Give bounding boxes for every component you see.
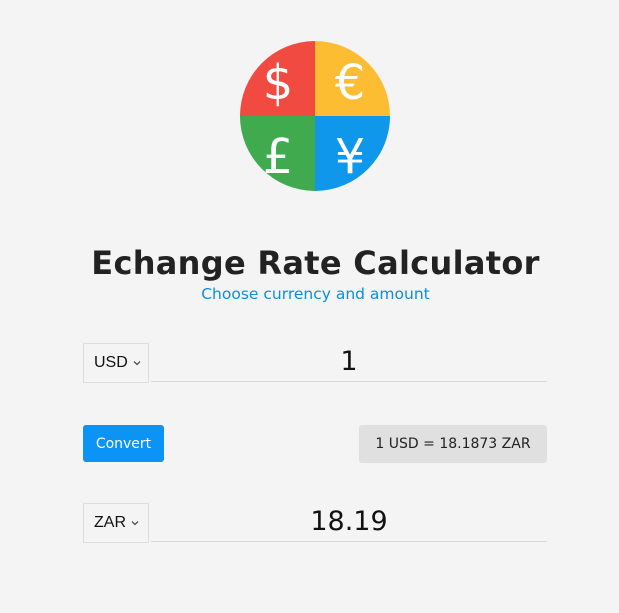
yen-icon: ¥	[335, 129, 366, 185]
dollar-icon: $	[263, 55, 294, 111]
page-subtitle: Choose currency and amount	[201, 285, 430, 303]
chevron-down-icon	[133, 361, 141, 366]
euro-icon: €	[335, 55, 366, 111]
chevron-down-icon	[131, 521, 139, 526]
to-currency-label: ZAR	[94, 514, 126, 531]
from-currency-label: USD	[94, 354, 128, 371]
convert-button[interactable]: Convert	[83, 425, 164, 462]
page-title: Echange Rate Calculator	[91, 244, 540, 282]
to-currency-select[interactable]: ZAR	[83, 503, 149, 543]
exchange-rate-display: 1 USD = 18.1873 ZAR	[359, 425, 547, 463]
pound-icon: £	[263, 129, 294, 185]
to-currency-row: ZAR	[83, 503, 547, 545]
from-currency-select[interactable]: USD	[83, 343, 149, 383]
from-currency-row: USD	[83, 343, 547, 385]
from-amount-input[interactable]	[151, 343, 547, 382]
to-amount-input[interactable]	[151, 503, 547, 542]
currency-logo: $ € £ ¥	[240, 41, 390, 191]
